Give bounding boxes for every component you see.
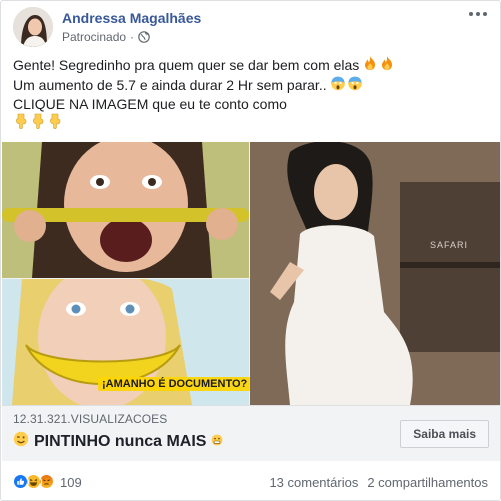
fire-emoji-icon xyxy=(379,55,395,75)
safari-sign-text: SAFARI xyxy=(430,240,469,250)
learn-more-button[interactable]: Saiba mais xyxy=(400,420,489,448)
link-preview[interactable]: 12.31.321.VISUALIZACOES PINTINHO nunca M… xyxy=(2,405,500,461)
post-message-line: Gente! Segredinho pra quem quer se dar b… xyxy=(13,55,489,75)
post-message-line xyxy=(13,113,489,133)
like-reaction-icon xyxy=(13,474,29,490)
post-message-text: Gente! Segredinho pra quem quer se dar b… xyxy=(13,57,360,73)
avatar[interactable] xyxy=(13,7,53,47)
post-header: Andressa Magalhães Patrocinado · xyxy=(1,1,500,53)
link-headline-text: PINTINHO nunca MAIS xyxy=(34,432,207,450)
sponsored-label[interactable]: Patrocinado xyxy=(62,30,126,44)
post-message-text: Um aumento de 5.7 e ainda durar 2 Hr sem… xyxy=(13,77,327,93)
author-name[interactable]: Andressa Magalhães xyxy=(62,10,201,26)
meta-separator: · xyxy=(130,30,135,44)
grimace-emoji-icon xyxy=(211,433,223,451)
globe-icon[interactable] xyxy=(138,31,150,43)
more-options-icon[interactable] xyxy=(468,7,488,21)
wink-emoji-icon xyxy=(13,431,29,452)
photo-woman-with-cob xyxy=(2,142,249,278)
post-meta: Patrocinado · xyxy=(62,30,150,44)
post-message-text: CLIQUE NA IMAGEM que eu te conto como xyxy=(13,96,287,112)
sponsored-post: Andressa Magalhães Patrocinado · Gente! … xyxy=(0,0,501,501)
reaction-count: 109 xyxy=(60,474,82,490)
shares-count-link[interactable]: 2 compartilhamentos xyxy=(367,475,488,490)
point-down-emoji-icon xyxy=(13,113,29,133)
point-down-emoji-icon xyxy=(47,113,63,133)
engagement-stats: 13 comentários 2 compartilhamentos xyxy=(269,475,488,490)
point-down-emoji-icon xyxy=(30,113,46,133)
post-message-line: Um aumento de 5.7 e ainda durar 2 Hr sem… xyxy=(13,75,489,95)
views-counter: 12.31.321.VISUALIZACOES xyxy=(13,412,168,426)
scream-emoji-icon xyxy=(330,75,346,95)
comments-count-link[interactable]: 13 comentários xyxy=(269,475,358,490)
scream-emoji-icon xyxy=(347,75,363,95)
post-message: Gente! Segredinho pra quem quer se dar b… xyxy=(13,55,489,133)
photo-woman-in-white: SAFARI SAFARI xyxy=(250,142,500,405)
image-caption: ¡AMANHO É DOCUMENTO? xyxy=(98,377,252,391)
post-message-line: CLIQUE NA IMAGEM que eu te conto como xyxy=(13,95,489,113)
ad-image[interactable]: ¡AMANHO É DOCUMENTO? SAFARI SAFARI xyxy=(2,142,500,405)
reactions-summary[interactable]: 109 xyxy=(13,474,82,490)
post-footer: 109 13 comentários 2 compartilhamentos xyxy=(1,464,500,500)
link-headline[interactable]: PINTINHO nunca MAIS xyxy=(13,431,223,452)
fire-emoji-icon xyxy=(362,55,378,75)
